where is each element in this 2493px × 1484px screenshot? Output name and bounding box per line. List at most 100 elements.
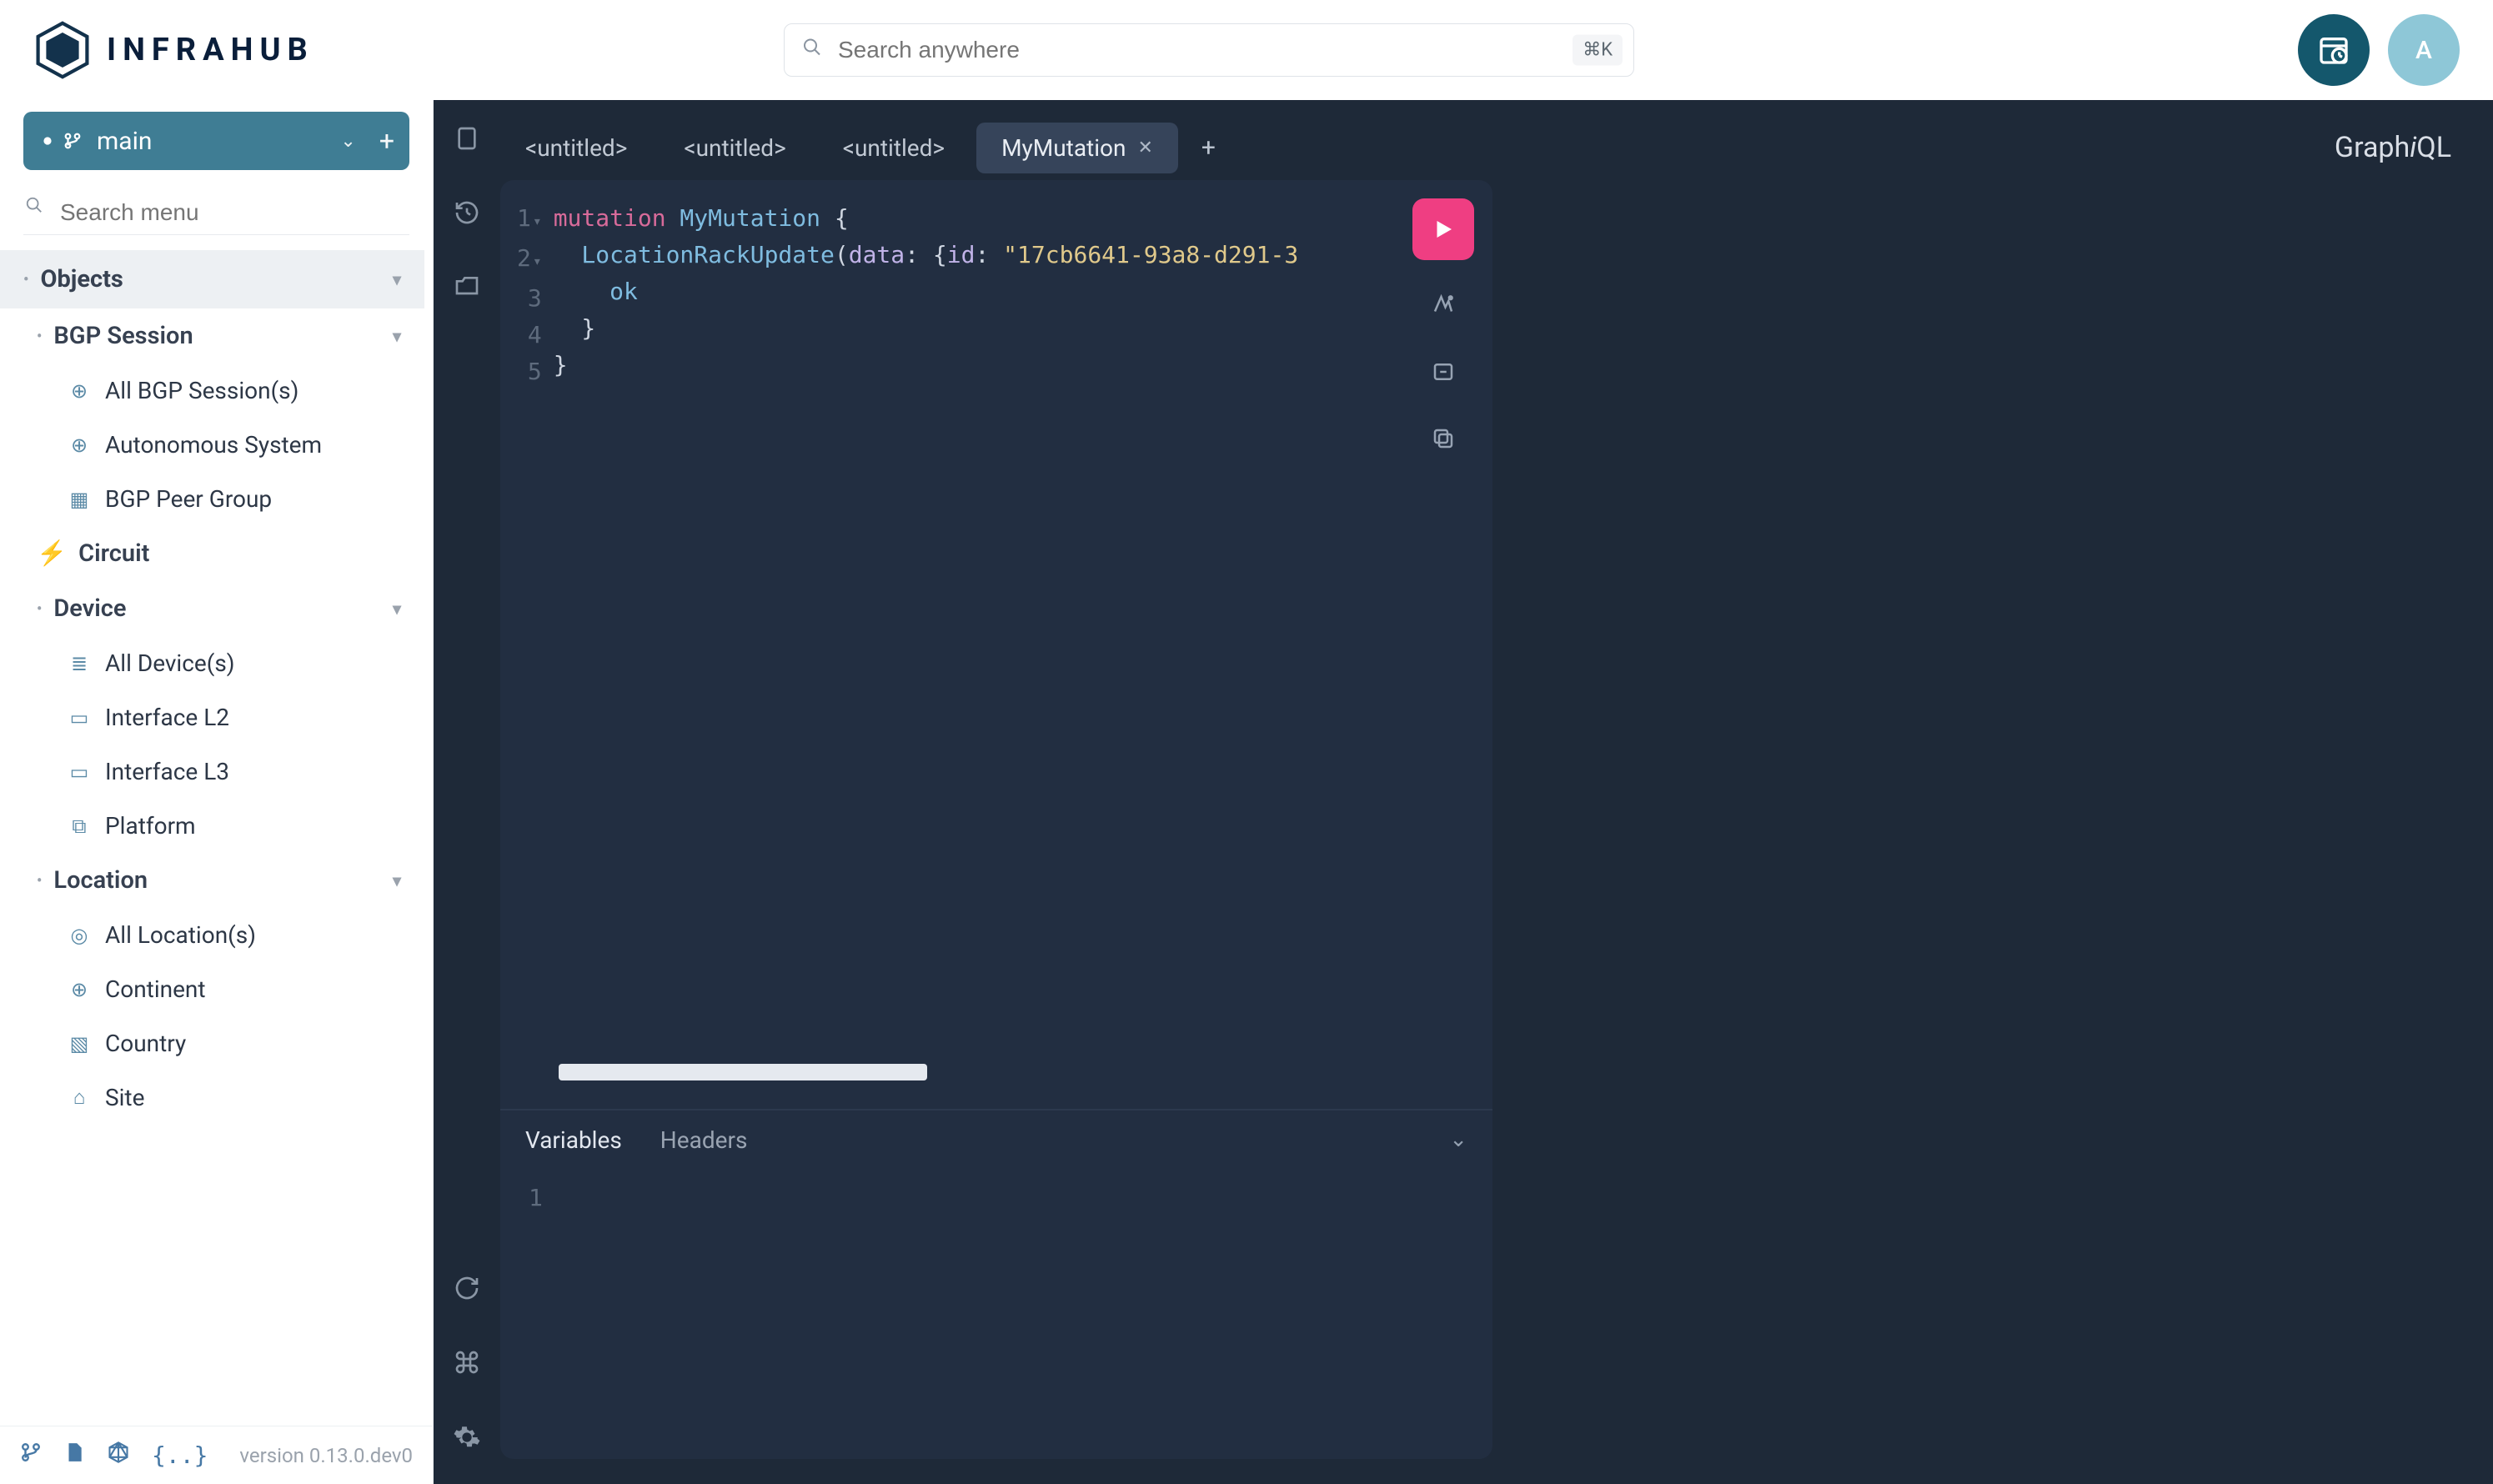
variables-pane: Variables Headers ⌄ 1 [500,1109,1492,1459]
sidebar-group-device[interactable]: • Device ▾ [0,581,424,636]
shortcuts-icon[interactable] [454,1349,480,1383]
sidebar-item-continent[interactable]: ⊕ Continent [0,962,424,1016]
settings-icon[interactable] [453,1423,481,1459]
close-icon[interactable]: ✕ [1137,138,1152,158]
results-panel [1492,180,2468,1459]
run-button[interactable] [1412,198,1474,260]
sidebar-item-platform[interactable]: ⧉ Platform [0,799,424,853]
graphiql-rail [434,100,500,1484]
sidebar-item-autonomous-system[interactable]: ⊕ Autonomous System [0,418,424,472]
version-label: version 0.13.0.dev0 [239,1444,413,1467]
chevron-down-icon: ▾ [393,870,401,890]
logo[interactable]: INFRAHUB [33,21,417,79]
sidebar-group-objects[interactable]: • Objects ▾ [0,250,424,308]
chevron-down-icon: ▾ [393,269,401,289]
horizontal-scrollbar[interactable] [559,1064,1457,1080]
bullet-icon: • [37,600,42,618]
code-content: mutation MyMutation { LocationRackUpdate… [554,200,1298,1109]
chevron-down-icon: ⌄ [340,131,355,152]
graphiql-logo: GraphiQL [2335,131,2451,164]
query-editor-panel: 1▾ 2▾ 3 4 5 mutation MyMutation { Locati… [500,180,1492,1459]
tab-untitled-3[interactable]: <untitled> [818,123,970,173]
refetch-icon[interactable] [454,1275,480,1309]
sidebar-item-circuit[interactable]: ⚡ Circuit [0,526,424,581]
search-input[interactable] [784,23,1634,77]
tab-label: MyMutation [1001,134,1126,162]
sidebar-item-all-locations[interactable]: ◎ All Location(s) [0,908,424,962]
graphql-icon[interactable] [107,1441,130,1470]
sidebar-item-interface-l3[interactable]: ▭ Interface L3 [0,745,424,799]
line-gutter: 1▾ 2▾ 3 4 5 [517,200,554,1109]
bullet-icon: • [37,872,42,890]
branch-selector[interactable]: main ⌄ + [23,112,409,170]
document-icon[interactable] [63,1441,85,1469]
sidebar-item-all-bgp-sessions[interactable]: ⊕ All BGP Session(s) [0,363,424,418]
tab-untitled-2[interactable]: <untitled> [659,123,810,173]
sidebar-item-country[interactable]: ▧ Country [0,1016,424,1070]
new-branch-button[interactable]: + [379,125,394,157]
sidebar-item-label: All Location(s) [105,921,256,949]
brand-name: INFRAHUB [107,32,314,68]
search-icon [802,38,822,63]
tab-mymutation[interactable]: MyMutation ✕ [976,123,1178,173]
query-editor[interactable]: 1▾ 2▾ 3 4 5 mutation MyMutation { Locati… [500,180,1492,1109]
sidebar-item-label: Site [105,1084,144,1111]
avatar[interactable]: A [2388,14,2460,86]
search-shortcut: ⌘K [1573,35,1623,66]
scrollbar-thumb[interactable] [559,1064,927,1080]
docs-icon[interactable] [454,125,480,159]
chevron-down-icon: ▾ [393,326,401,346]
history-icon[interactable] [454,199,480,233]
tab-label: <untitled> [684,134,785,162]
graphiql-workbench: <untitled> <untitled> <untitled> MyMutat… [434,100,2493,1484]
line-number: 1 [529,1184,543,1211]
merge-icon[interactable] [1431,357,1456,394]
tab-label: <untitled> [525,134,627,162]
global-search: ⌘K [784,23,1634,77]
sidebar-item-interface-l2[interactable]: ▭ Interface L2 [0,690,424,745]
branch-icon[interactable] [20,1441,42,1469]
sidebar-group-bgp-session[interactable]: • BGP Session ▾ [0,308,424,363]
chevron-down-icon: ▾ [393,599,401,619]
chevron-down-icon[interactable]: ⌄ [1449,1127,1467,1152]
platform-icon: ⧉ [67,815,92,838]
logo-icon [33,21,92,79]
code-braces-icon[interactable]: {..} [152,1441,208,1469]
sidebar-footer: {..} version 0.13.0.dev0 [0,1426,433,1484]
tab-headers[interactable]: Headers [660,1126,748,1154]
building-icon: ⌂ [67,1085,92,1110]
prettify-icon[interactable] [1431,290,1456,327]
menu-search-input[interactable] [23,190,409,235]
sidebar-item-label: Interface L2 [105,704,229,731]
interface-icon: ▭ [67,706,92,729]
branch-name: main [97,127,325,156]
sidebar-item-label: Circuit [78,539,149,568]
sidebar-item-label: Interface L3 [105,758,229,785]
sidebar-group-label: Device [53,594,126,623]
tab-untitled-1[interactable]: <untitled> [500,123,652,173]
copy-icon[interactable] [1431,424,1456,460]
sidebar-group-location[interactable]: • Location ▾ [0,853,424,908]
bullet-icon: • [23,271,28,288]
tab-variables[interactable]: Variables [525,1126,622,1154]
sidebar-group-label: BGP Session [53,322,193,350]
sidebar-item-site[interactable]: ⌂ Site [0,1070,424,1125]
pin-icon: ◎ [67,924,92,947]
variables-editor[interactable]: 1 [500,1169,1492,1211]
interface-icon: ▭ [67,760,92,784]
sidebar-group-label: Location [53,866,148,895]
sidebar-item-label: All Device(s) [105,649,235,677]
sidebar: main ⌄ + • Objects ▾ • [0,100,434,1484]
search-icon [25,195,43,220]
branch-icon [38,132,82,150]
schedule-button[interactable] [2298,14,2370,86]
list-icon: ≣ [67,652,92,675]
avatar-initial: A [2415,36,2432,65]
grid-icon: ▦ [67,488,92,511]
sidebar-item-all-devices[interactable]: ≣ All Device(s) [0,636,424,690]
bullet-icon: • [37,328,42,345]
add-tab-button[interactable]: + [1185,133,1232,163]
explorer-icon[interactable] [454,273,480,308]
sidebar-item-bgp-peer-group[interactable]: ▦ BGP Peer Group [0,472,424,526]
sidebar-item-label: Continent [105,975,206,1003]
